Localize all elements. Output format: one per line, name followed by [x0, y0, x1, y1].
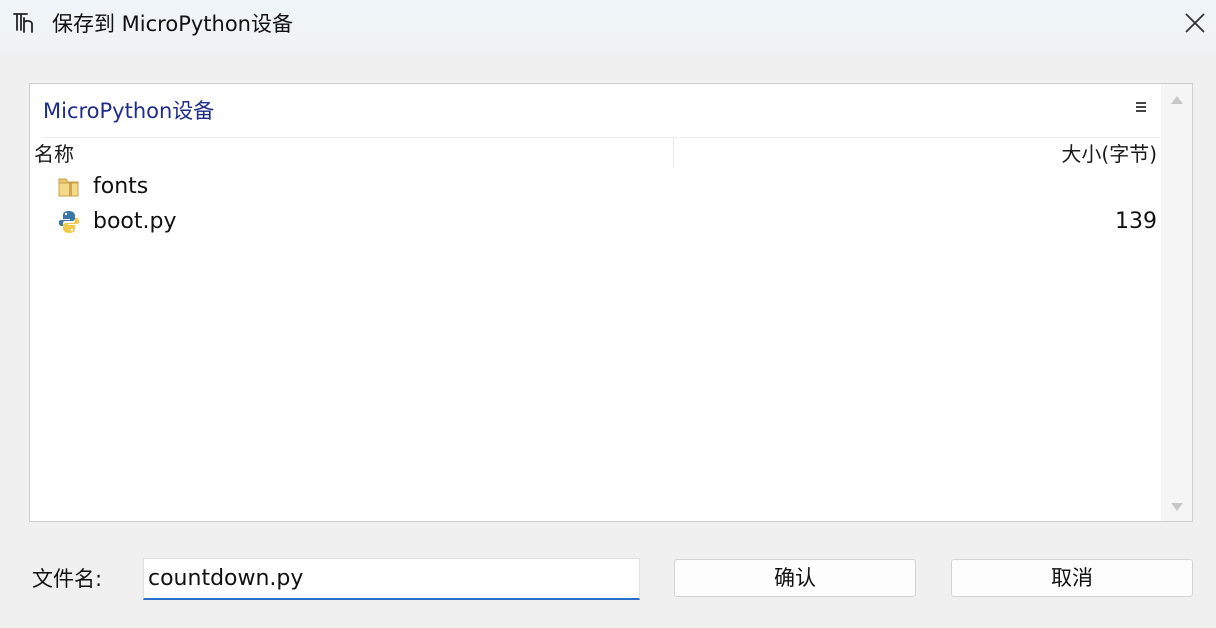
cancel-button[interactable]: 取消	[951, 559, 1193, 597]
close-icon	[1185, 13, 1205, 33]
list-item-fonts[interactable]: fonts	[30, 170, 1160, 204]
python-file-icon	[58, 211, 80, 233]
file-name: boot.py	[93, 209, 177, 234]
filename-input[interactable]	[143, 558, 640, 600]
list-item-boot-py[interactable]: boot.py 139	[30, 205, 1160, 239]
title-bar: 保存到 MicroPython设备	[0, 0, 1216, 50]
window-title: 保存到 MicroPython设备	[52, 12, 293, 36]
filename-label: 文件名:	[32, 567, 103, 591]
column-separator[interactable]	[673, 138, 674, 168]
menu-icon[interactable]	[1134, 100, 1148, 114]
confirm-button[interactable]: 确认	[674, 559, 916, 597]
scroll-up-arrow-icon[interactable]	[1171, 96, 1183, 104]
column-header-name[interactable]: 名称	[34, 141, 74, 167]
divider	[42, 137, 1160, 138]
thonny-logo-icon	[13, 13, 33, 33]
column-header-size[interactable]: 大小(字节)	[1043, 141, 1157, 167]
file-name: fonts	[93, 174, 149, 199]
folder-icon	[58, 178, 79, 197]
file-size: 139	[1115, 209, 1157, 234]
file-browser-panel: MicroPython设备 名称 大小(字节) fonts boot.py 13…	[29, 83, 1193, 522]
close-button[interactable]	[1172, 0, 1216, 48]
vertical-scrollbar[interactable]	[1161, 84, 1192, 521]
scroll-down-arrow-icon[interactable]	[1171, 503, 1183, 511]
path-label[interactable]: MicroPython设备	[43, 96, 214, 126]
